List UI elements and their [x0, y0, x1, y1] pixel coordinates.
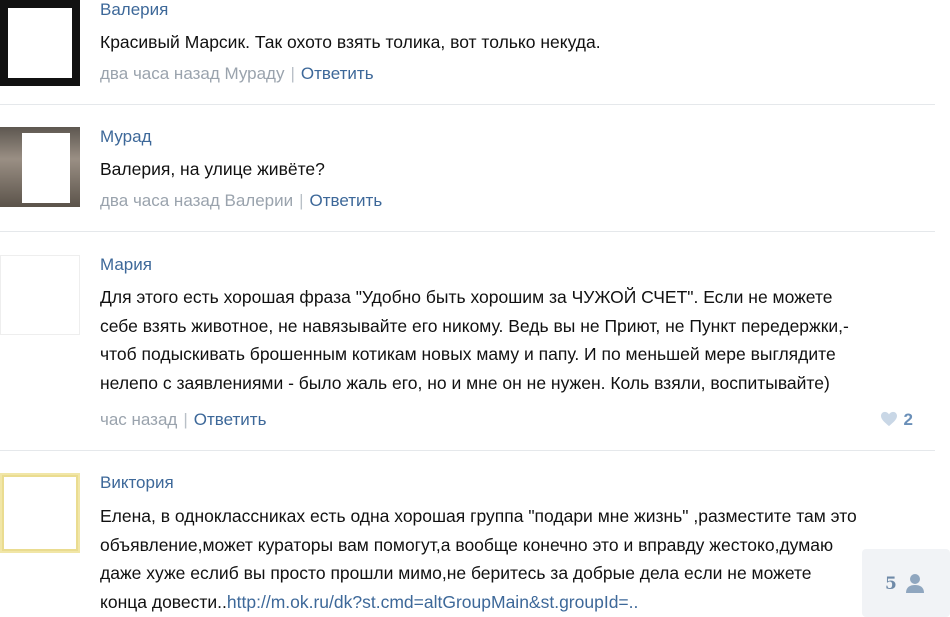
- comment-author[interactable]: Валерия: [100, 0, 168, 20]
- comment-text-line: нелепо с заявлениями - было жаль его, но…: [100, 372, 830, 393]
- comment-recipient[interactable]: Валерии: [224, 191, 293, 210]
- divider: [0, 450, 935, 451]
- reply-link[interactable]: Ответить: [194, 410, 267, 429]
- comment: Виктория Елена, в одноклассниках есть од…: [0, 473, 935, 617]
- comment-meta: два часа назад Валерии | Ответить: [100, 191, 382, 211]
- comment-time: два часа назад: [100, 191, 220, 210]
- reply-link[interactable]: Ответить: [301, 64, 374, 83]
- comment-meta: два часа назад Мураду | Ответить: [100, 64, 374, 84]
- avatar[interactable]: [0, 127, 80, 207]
- meta-separator: |: [183, 410, 188, 429]
- comment-text-fragment: конца довести..: [100, 591, 227, 612]
- like-button[interactable]: 2: [880, 410, 913, 430]
- comment: Мария Для этого есть хорошая фраза "Удоб…: [0, 255, 935, 450]
- divider: [0, 104, 935, 105]
- avatar[interactable]: [0, 0, 80, 86]
- comment-text-line: Елена, в одноклассниках есть одна хороша…: [100, 506, 857, 526]
- comment-text-line: чтоб подыскивать брошенным котикам новых…: [100, 344, 836, 364]
- comment-meta: час назад | Ответить: [100, 410, 266, 430]
- comment-text-line: даже хуже еслиб вы просто прошли мимо,не…: [100, 563, 812, 583]
- comment-text: Для этого есть хорошая фраза "Удобно быт…: [100, 283, 935, 397]
- comment-recipient[interactable]: Мураду: [224, 64, 284, 83]
- comment-text: Елена, в одноклассниках есть одна хороша…: [100, 502, 935, 616]
- meta-separator: |: [299, 191, 304, 210]
- avatar[interactable]: [0, 473, 80, 553]
- comment-text-line: Для этого есть хорошая фраза "Удобно быт…: [100, 287, 833, 307]
- like-count: 2: [903, 410, 913, 429]
- comment-text: Красивый Марсик. Так охото взять толика,…: [100, 32, 601, 52]
- comment-author[interactable]: Мария: [100, 255, 152, 275]
- avatar[interactable]: [0, 255, 80, 335]
- comment-text-line: себе взять животное, не навязывайте его …: [100, 315, 849, 336]
- comment-author[interactable]: Мурад: [100, 127, 152, 147]
- reply-link[interactable]: Ответить: [310, 191, 383, 210]
- participants-widget[interactable]: 5: [862, 549, 950, 617]
- comment: Валерия Красивый Марсик. Так охото взять…: [0, 0, 935, 104]
- participants-count: 5: [885, 574, 897, 594]
- comment-text: Валерия, на улице живёте?: [100, 159, 325, 179]
- meta-separator: |: [290, 64, 295, 83]
- heart-icon: [880, 411, 897, 427]
- comment-time: два часа назад: [100, 64, 220, 83]
- group-link[interactable]: http://m.ok.ru/dk?st.cmd=altGroupMain&st…: [227, 592, 638, 612]
- comment-text-line: объявление,может кураторы вам помогут,а …: [100, 534, 834, 555]
- comment: Мурад Валерия, на улице живёте? два часа…: [0, 127, 935, 231]
- divider: [0, 231, 935, 232]
- comment-author[interactable]: Виктория: [100, 473, 174, 493]
- comment-time: час назад: [100, 410, 178, 429]
- person-icon: [906, 574, 924, 593]
- comment-text-line: конца довести..http://m.ok.ru/dk?st.cmd=…: [100, 588, 935, 617]
